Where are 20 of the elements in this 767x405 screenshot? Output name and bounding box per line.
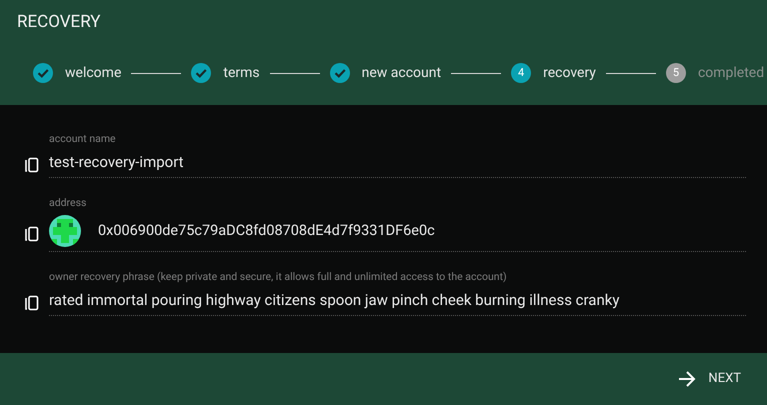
step-number: 5: [666, 63, 686, 83]
step-number: 4: [511, 63, 532, 83]
step-label: completed: [698, 64, 764, 82]
copy-icon[interactable]: [25, 294, 39, 310]
copy-icon[interactable]: [25, 226, 39, 242]
field-text: rated immortal pouring highway citizens spoon jaw pinch cheek burning illness cranky: [49, 290, 620, 311]
step-label: terms: [223, 64, 260, 82]
arrow-right-icon: [678, 371, 696, 387]
step-label: new account: [362, 64, 442, 82]
step-label: recovery: [543, 64, 596, 82]
avatar-icon: [49, 215, 81, 247]
field-text: 0x006900de75c79aDC8fd08708dE4d7f9331DF6e0c: [98, 221, 435, 242]
window-title: RECOVERY: [17, 11, 100, 34]
step-label: welcome: [65, 64, 122, 82]
field-text: test-recovery-import: [49, 152, 184, 173]
copy-icon[interactable]: [25, 156, 39, 172]
field-label: account name: [49, 131, 116, 147]
field-label: owner recovery phrase (keep private and secure, it allows full and unlimited access to the account): [49, 269, 507, 285]
next-button[interactable]: NEXT: [674, 365, 745, 393]
field-label: address: [49, 195, 86, 211]
